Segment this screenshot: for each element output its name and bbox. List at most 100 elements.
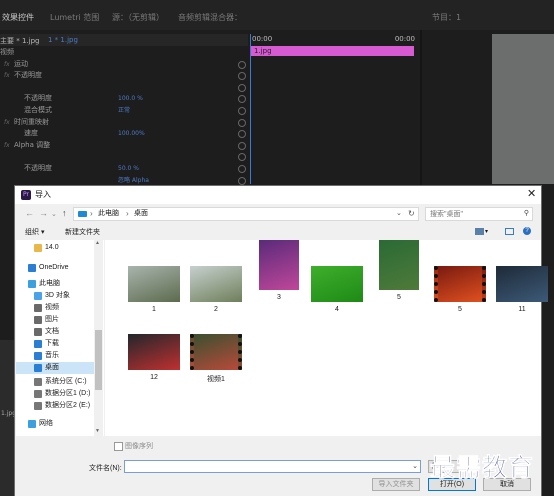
- effect-row[interactable]: 不透明度 100.0 %: [0, 93, 248, 105]
- sidebar-item[interactable]: 数据分区1 (D:): [16, 388, 94, 400]
- sidebar-item[interactable]: 数据分区2 (E:): [16, 400, 94, 412]
- computer-icon: [28, 280, 36, 288]
- file-item[interactable]: 2: [188, 252, 244, 313]
- effect-row[interactable]: fx 运动: [0, 59, 248, 71]
- file-item[interactable]: 4: [309, 252, 365, 313]
- file-item[interactable]: 5: [432, 252, 488, 313]
- navigation-scrollbar[interactable]: ▲ ▼: [94, 240, 103, 436]
- effect-row[interactable]: [0, 82, 248, 94]
- filename-field[interactable]: ⌄: [124, 460, 421, 473]
- filename-dropdown-icon[interactable]: ⌄: [412, 461, 418, 473]
- music-icon: [34, 352, 42, 360]
- search-input[interactable]: [426, 208, 520, 220]
- reset-icon[interactable]: [238, 95, 246, 104]
- file-item[interactable]: 视频1: [188, 320, 244, 384]
- effect-row-value[interactable]: 100.0 %: [118, 93, 143, 105]
- reset-icon[interactable]: [238, 106, 246, 115]
- sidebar-item[interactable]: 桌面: [16, 362, 94, 374]
- reset-icon[interactable]: [238, 176, 246, 185]
- file-name-label: 3: [277, 294, 281, 301]
- reset-icon[interactable]: [238, 130, 246, 139]
- effect-row[interactable]: fx 时间重映射: [0, 117, 248, 129]
- refresh-icon[interactable]: ↻: [408, 208, 415, 220]
- timeline-ruler: 00:00 00:00: [251, 34, 415, 46]
- sidebar-item[interactable]: 下载: [16, 338, 94, 350]
- address-bar[interactable]: › 此电脑 › 桌面 ⌄ ↻: [73, 207, 419, 221]
- reset-icon[interactable]: [238, 153, 246, 162]
- sidebar-item[interactable]: 系统分区 (C:): [16, 376, 94, 388]
- effect-row[interactable]: 不透明度 50.0 %: [0, 163, 248, 175]
- help-icon[interactable]: ?: [523, 227, 531, 235]
- effect-row[interactable]: fx Alpha 调整: [0, 140, 248, 152]
- file-item[interactable]: 5: [371, 240, 427, 301]
- effect-row-label: 混合模式: [24, 105, 52, 114]
- effect-row[interactable]: 混合模式 正常: [0, 105, 248, 117]
- tab-program[interactable]: 节目：1: [432, 12, 461, 23]
- reset-icon[interactable]: [238, 164, 246, 173]
- playhead[interactable]: [250, 34, 251, 184]
- organize-menu[interactable]: 组织 ▾: [25, 227, 44, 237]
- view-options-icon[interactable]: [475, 228, 484, 235]
- import-folder-button[interactable]: 导入文件夹: [372, 478, 420, 491]
- master-clip-label[interactable]: 主要 * 1.jpg: [0, 36, 39, 46]
- close-button[interactable]: ✕: [527, 187, 536, 200]
- sidebar-item[interactable]: 3D 对象: [16, 290, 94, 302]
- fx-toggle-icon[interactable]: fx: [4, 117, 10, 129]
- new-folder-button[interactable]: 新建文件夹: [65, 227, 100, 237]
- sidebar-item[interactable]: 图片: [16, 314, 94, 326]
- tab-effect-controls[interactable]: 效果控件: [2, 12, 34, 23]
- reset-icon[interactable]: [238, 60, 246, 69]
- fx-toggle-icon[interactable]: fx: [4, 70, 10, 82]
- breadcrumb-desktop[interactable]: 桌面: [134, 208, 148, 220]
- sidebar-item-label: 网络: [39, 420, 53, 427]
- scrollbar-thumb[interactable]: [95, 330, 102, 390]
- sidebar-item[interactable]: OneDrive: [16, 262, 94, 274]
- reset-icon[interactable]: [238, 72, 246, 81]
- sidebar-item[interactable]: 文档: [16, 326, 94, 338]
- file-item[interactable]: 3: [251, 240, 307, 301]
- back-arrow-icon[interactable]: ←: [25, 208, 34, 218]
- effect-row[interactable]: [0, 151, 248, 163]
- timecode-start: 00:00: [252, 35, 273, 43]
- timeline-clip[interactable]: 1.jpg: [251, 46, 414, 56]
- effect-row[interactable]: fx 不透明度: [0, 70, 248, 82]
- fx-toggle-icon[interactable]: fx: [4, 140, 10, 152]
- reset-icon[interactable]: [238, 118, 246, 127]
- sidebar-item[interactable]: 音乐: [16, 350, 94, 362]
- preview-pane-icon[interactable]: [505, 228, 514, 235]
- reset-icon[interactable]: [238, 83, 246, 92]
- sequence-clip-label[interactable]: 1 * 1.jpg: [48, 36, 78, 44]
- view-dropdown-icon[interactable]: ▾: [485, 228, 488, 235]
- effect-row-value[interactable]: 100.00%: [118, 128, 145, 140]
- sidebar-item[interactable]: 14.0: [16, 242, 94, 254]
- search-icon[interactable]: ⚲: [524, 209, 529, 217]
- tab-source[interactable]: 源：（无剪辑）: [112, 12, 164, 23]
- forward-arrow-icon[interactable]: →: [39, 208, 48, 218]
- scroll-down-icon[interactable]: ▼: [95, 428, 100, 434]
- effect-row[interactable]: 速度 100.00%: [0, 128, 248, 140]
- tab-audio-mixer[interactable]: 音频剪辑混合器：: [178, 12, 242, 23]
- sidebar-item[interactable]: 此电脑: [16, 278, 94, 290]
- image-sequence-label: 图像序列: [125, 443, 153, 450]
- address-dropdown-icon[interactable]: ⌄: [396, 208, 402, 220]
- file-item[interactable]: 11: [494, 252, 550, 313]
- up-arrow-icon[interactable]: ↑: [62, 208, 67, 218]
- effect-row-label: 运动: [14, 59, 28, 68]
- navigation-pane: 14.0 OneDrive 此电脑 3D 对象 视频 图片 文档 下载 音乐 桌面系统分区 (C:…: [16, 240, 104, 436]
- file-item[interactable]: 1: [126, 252, 182, 313]
- sidebar-item[interactable]: 网络: [16, 418, 94, 430]
- breadcrumb-this-pc[interactable]: 此电脑: [98, 208, 119, 220]
- scroll-up-icon[interactable]: ▲: [95, 240, 100, 246]
- effect-row-value[interactable]: 50.0 %: [118, 163, 139, 175]
- file-name-label: 2: [214, 306, 218, 313]
- file-name-label: 1: [152, 306, 156, 313]
- effect-row-value[interactable]: 正常: [118, 105, 130, 117]
- tab-lumetri-scopes[interactable]: Lumetri 范围: [50, 12, 99, 23]
- fx-toggle-icon[interactable]: fx: [4, 59, 10, 71]
- sidebar-item[interactable]: 视频: [16, 302, 94, 314]
- drive-icon: [34, 402, 42, 410]
- image-sequence-checkbox[interactable]: [114, 442, 123, 451]
- reset-icon[interactable]: [238, 141, 246, 150]
- file-item[interactable]: 12: [126, 320, 182, 381]
- history-dropdown-icon[interactable]: ⌄: [51, 210, 57, 218]
